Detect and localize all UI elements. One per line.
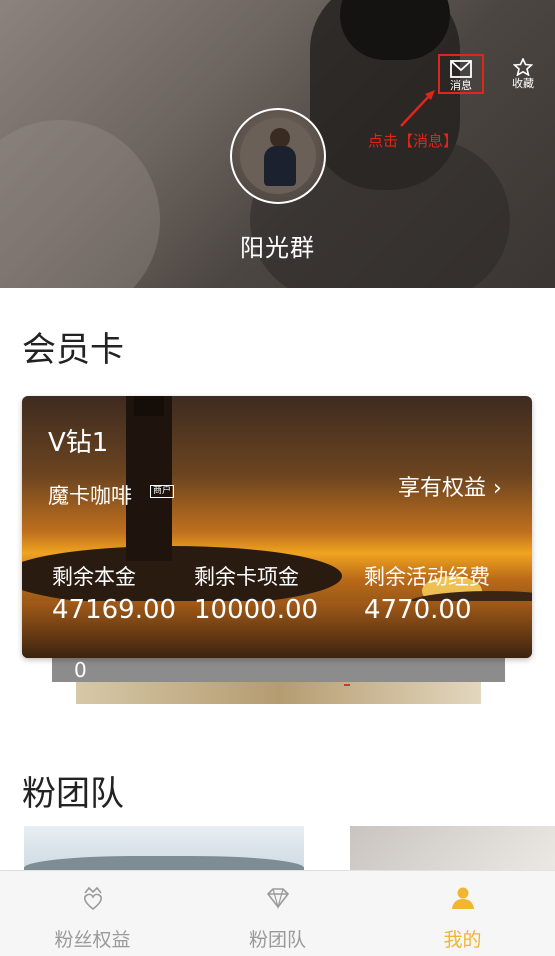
hint-arrow-icon [400,90,435,127]
member-card-section-title: 会员卡 [22,330,124,370]
stacked-card-tag [344,684,350,686]
diamond-icon [266,888,290,910]
tab-fan-benefits[interactable]: 粉丝权益 [0,871,185,956]
person-icon [452,887,474,909]
stat-remaining-activity-fund: 剩余活动经费 4770.00 [364,561,490,625]
chevron-right-icon: › [493,476,502,501]
star-icon [513,58,533,76]
benefits-label: 享有权益 [398,476,487,501]
envelope-icon [450,60,472,78]
team-section-title: 粉团队 [22,774,124,814]
crown-heart-icon [83,886,103,911]
avatar[interactable] [230,108,326,204]
messages-button[interactable]: 消息 [438,54,484,94]
stacked-card[interactable]: 0 [52,658,505,682]
favorites-label: 收藏 [512,77,534,90]
benefits-link[interactable]: 享有权益 › [398,470,502,502]
tab-label: 粉团队 [248,929,306,951]
username: 阳光群 [240,234,315,262]
merchant-name: 魔卡咖啡 [48,484,132,508]
bottom-tab-bar: 粉丝权益 粉团队 我的 [0,870,555,956]
favorites-button[interactable]: 收藏 [500,54,546,94]
stat-remaining-principal: 剩余本金 47169.00 [52,561,176,625]
merchant-tag: 商户 [150,485,175,498]
stat-value: 4770.00 [364,595,472,625]
tab-label: 我的 [443,929,482,951]
stat-label: 剩余卡项金 [194,565,299,589]
stat-value: 10000.00 [194,595,319,625]
tab-mine[interactable]: 我的 [370,871,555,956]
tab-label: 粉丝权益 [54,929,131,951]
card-background-pagoda [126,396,172,561]
stat-remaining-card-item: 剩余卡项金 10000.00 [194,561,318,625]
member-card[interactable]: V钻1 魔卡咖啡 商户 享有权益 › 剩余本金 47169.00 剩余卡项金 1… [22,396,532,658]
messages-label: 消息 [450,79,472,92]
avatar-photo-body [264,146,296,186]
card-level: V钻1 [48,428,109,458]
card-background-pagoda-top [134,396,164,416]
tab-team[interactable]: 粉团队 [185,871,370,956]
stacked-card-value: 0 [74,658,87,682]
profile-header: 消息 收藏 点击【消息】 阳光群 [0,0,555,288]
stat-value: 47169.00 [52,595,177,625]
stacked-card-back[interactable] [76,682,481,704]
tap-messages-hint: 点击【消息】 [368,132,459,150]
stat-label: 剩余活动经费 [364,565,490,589]
avatar-photo-head [270,128,290,148]
stat-label: 剩余本金 [52,565,136,589]
